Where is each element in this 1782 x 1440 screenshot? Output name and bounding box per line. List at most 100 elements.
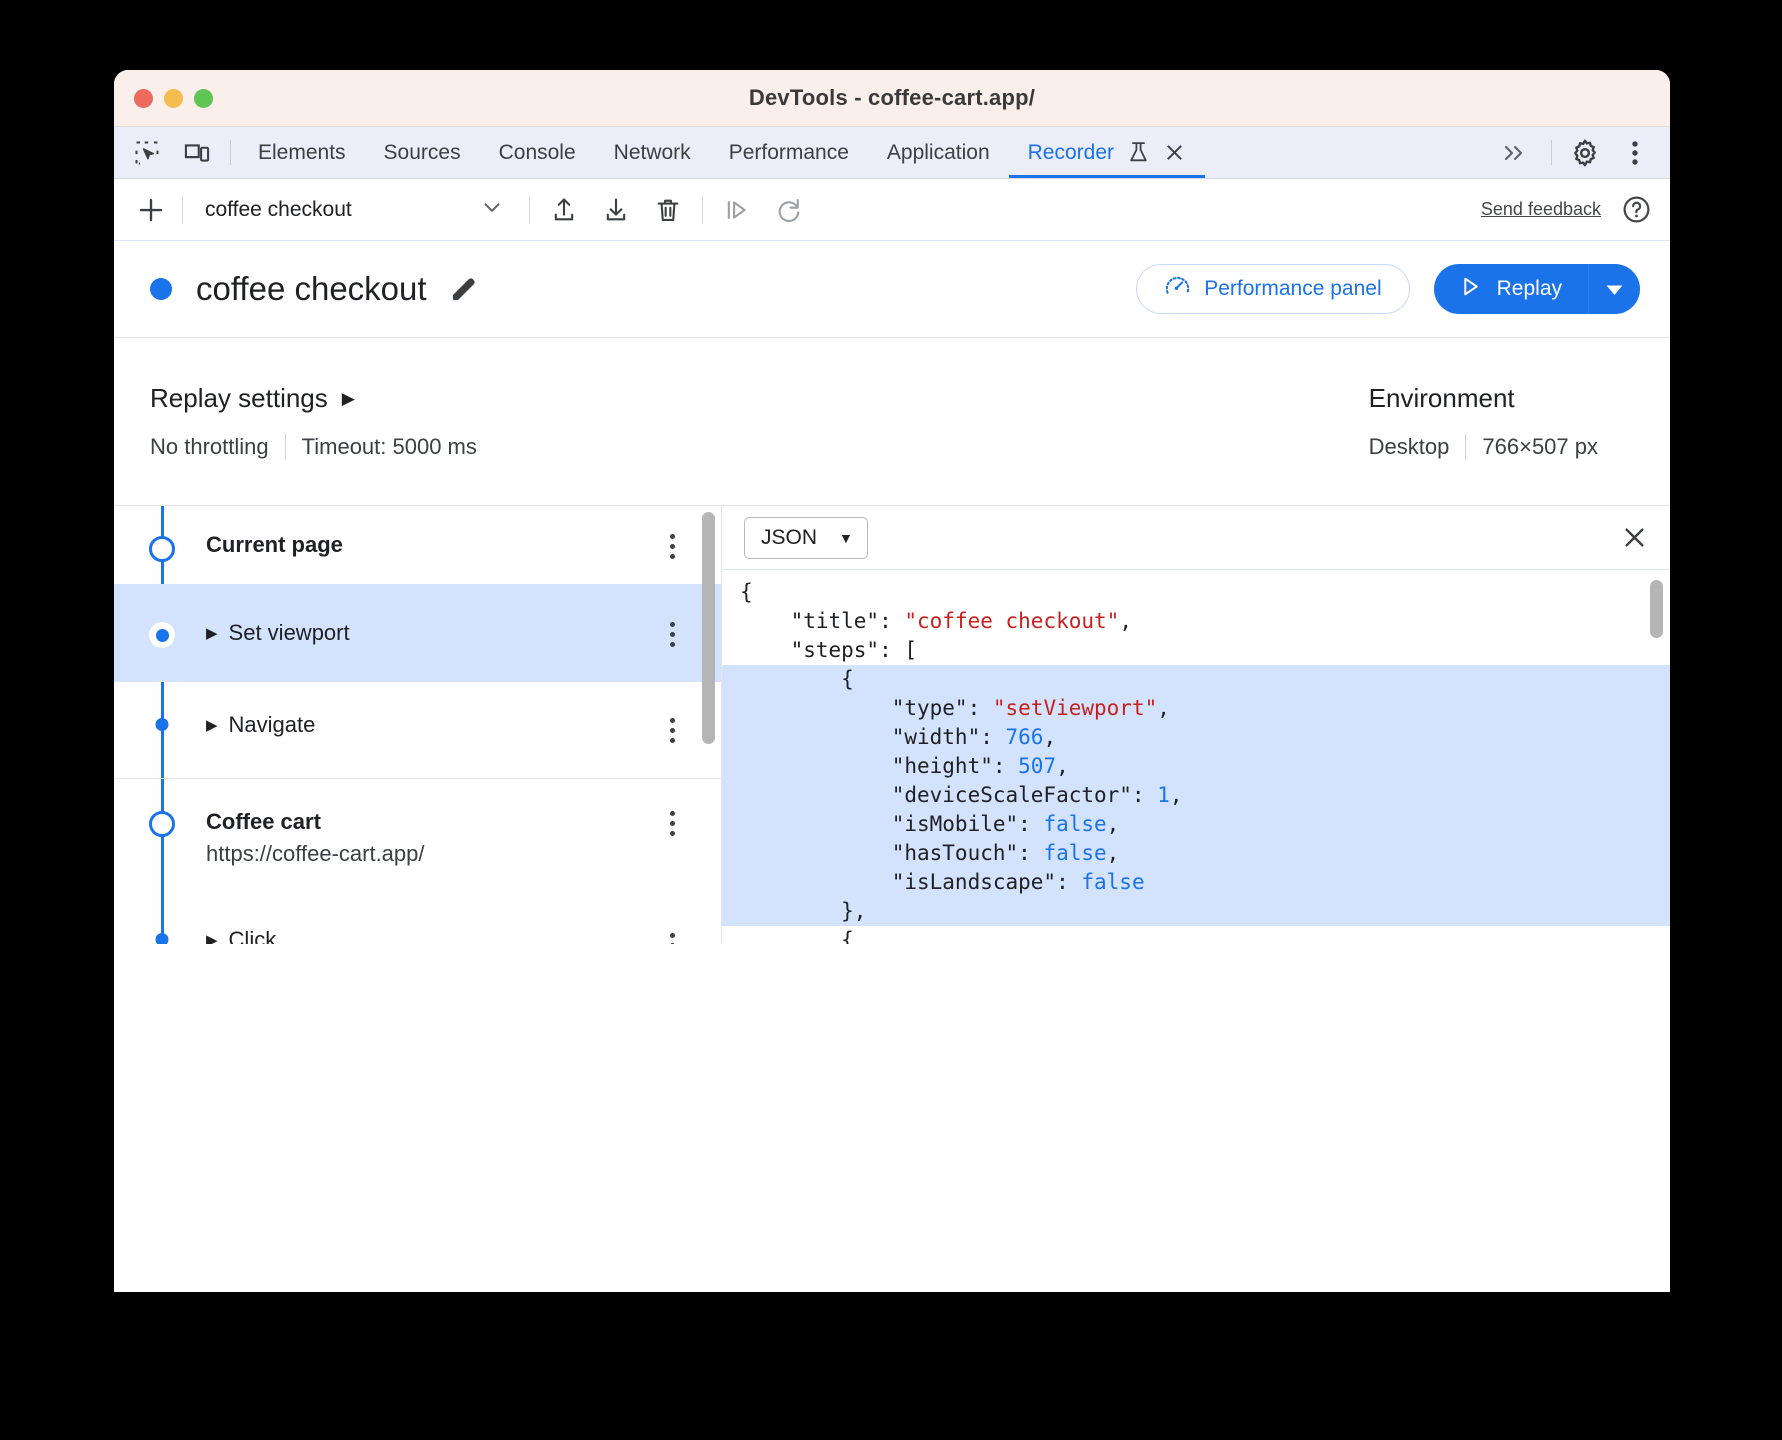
send-feedback-link[interactable]: Send feedback [1481, 199, 1601, 220]
step-marker-hollow [149, 811, 175, 837]
step-body: ▶ Set viewport [206, 620, 721, 646]
tab-application[interactable]: Application [868, 127, 1009, 178]
step-menu-icon[interactable] [670, 718, 675, 743]
header-actions: Performance panel Replay [1136, 264, 1640, 314]
tab-sources[interactable]: Sources [365, 127, 480, 178]
main-split: Current page ▶ Set viewport [114, 506, 1670, 944]
more-tabs-icon[interactable] [1485, 127, 1543, 178]
expand-triangle-icon[interactable]: ▶ [206, 716, 218, 734]
page-title: coffee checkout [196, 270, 427, 308]
toolbar-divider [182, 196, 183, 224]
step-set-viewport[interactable]: ▶ Set viewport [114, 584, 721, 682]
delete-recording-button[interactable] [642, 187, 694, 233]
tabbar-right-divider [1551, 140, 1552, 165]
json-panel: JSON ▼ { "title": "coffee checkout", "st… [722, 506, 1670, 944]
performance-gauge-icon [1164, 273, 1191, 306]
step-menu-icon[interactable] [670, 933, 675, 944]
step-menu-icon[interactable] [670, 811, 675, 836]
replay-step-button[interactable] [763, 187, 815, 233]
json-code-area[interactable]: { "title": "coffee checkout", "steps": [… [722, 570, 1670, 944]
json-line: "height": 507, [722, 752, 1670, 781]
json-scrollbar[interactable] [1650, 580, 1663, 934]
step-title: Navigate [229, 712, 316, 738]
viewport-value: 766×507 px [1482, 434, 1598, 460]
settings-gear-icon[interactable] [1560, 127, 1610, 178]
device-toolbar-icon[interactable] [172, 127, 222, 178]
json-scrollbar-thumb[interactable] [1650, 580, 1663, 638]
recording-status-dot [150, 278, 172, 300]
toolbar-right-group: Send feedback [1481, 194, 1670, 225]
performance-panel-button[interactable]: Performance panel [1136, 264, 1409, 314]
step-over-button[interactable] [711, 187, 763, 233]
toolbar-divider-2 [529, 196, 530, 224]
replay-settings-label: Replay settings [150, 383, 328, 414]
close-json-panel-icon[interactable] [1621, 524, 1648, 551]
steps-scrollbar-thumb[interactable] [702, 512, 715, 744]
create-recording-button[interactable] [128, 187, 174, 233]
environment-label: Environment [1369, 383, 1598, 414]
step-menu-icon[interactable] [670, 622, 675, 647]
step-navigate[interactable]: ▶ Navigate [114, 682, 721, 778]
step-title: Current page [206, 532, 721, 558]
devtools-window: DevTools - coffee-cart.app/ Elements [114, 70, 1670, 1292]
json-line: "isMobile": false, [722, 810, 1670, 839]
step-body: ▶ Navigate [206, 712, 721, 738]
replay-settings-column: Replay settings ▶ No throttling Timeout:… [150, 338, 477, 505]
expand-triangle-icon[interactable]: ▶ [206, 624, 218, 642]
inspect-element-icon[interactable] [122, 127, 172, 178]
tab-label: Elements [258, 141, 346, 165]
replay-button[interactable]: Replay [1434, 264, 1588, 314]
json-line: "deviceScaleFactor": 1, [722, 781, 1670, 810]
step-body: Coffee cart https://coffee-cart.app/ [206, 809, 721, 867]
expand-triangle-icon[interactable]: ▶ [206, 931, 218, 944]
window-titlebar: DevTools - coffee-cart.app/ [114, 70, 1670, 127]
tab-console[interactable]: Console [480, 127, 595, 178]
performance-panel-label: Performance panel [1204, 277, 1381, 301]
step-current-page[interactable]: Current page [114, 506, 721, 584]
more-options-icon[interactable] [1610, 127, 1660, 178]
replay-settings-values: No throttling Timeout: 5000 ms [150, 434, 477, 460]
json-line: "hasTouch": false, [722, 839, 1670, 868]
json-line: }, [722, 897, 1670, 926]
experiment-flask-icon [1126, 140, 1151, 165]
window-title: DevTools - coffee-cart.app/ [114, 85, 1670, 111]
value-divider [1465, 434, 1466, 460]
value-divider [285, 434, 286, 460]
tab-recorder[interactable]: Recorder [1009, 127, 1205, 178]
json-line: "title": "coffee checkout", [722, 607, 1670, 636]
json-panel-header: JSON ▼ [722, 506, 1670, 570]
tab-elements[interactable]: Elements [239, 127, 365, 178]
format-select[interactable]: JSON ▼ [744, 517, 868, 559]
format-select-value: JSON [761, 526, 817, 550]
replay-options-caret-icon[interactable] [1588, 264, 1640, 314]
json-code: { "title": "coffee checkout", "steps": [… [722, 578, 1670, 944]
throttling-value: No throttling [150, 434, 269, 460]
step-click[interactable]: ▶ Click Element "Espresso" [114, 903, 721, 944]
environment-column: Environment Desktop 766×507 px [1369, 338, 1634, 505]
json-line: "type": "setViewport", [722, 694, 1670, 723]
tab-label: Performance [729, 141, 849, 165]
help-icon[interactable] [1621, 194, 1652, 225]
recording-header: coffee checkout Performance panel [114, 241, 1670, 338]
settings-row: Replay settings ▶ No throttling Timeout:… [114, 338, 1670, 506]
chevron-down-icon [479, 194, 505, 225]
edit-pencil-icon[interactable] [449, 274, 479, 304]
import-recording-button[interactable] [538, 187, 590, 233]
tab-performance[interactable]: Performance [710, 127, 868, 178]
steps-scrollbar[interactable] [702, 506, 715, 944]
json-line: "width": 766, [722, 723, 1670, 752]
export-recording-button[interactable] [590, 187, 642, 233]
step-body: ▶ Click Element "Espresso" [206, 927, 721, 944]
step-coffee-cart[interactable]: Coffee cart https://coffee-cart.app/ [114, 778, 721, 903]
replay-settings-toggle[interactable]: Replay settings ▶ [150, 383, 477, 414]
close-recorder-tab-icon[interactable] [1163, 141, 1186, 164]
tab-network[interactable]: Network [595, 127, 710, 178]
step-title-row: ▶ Set viewport [206, 620, 721, 646]
tab-label: Console [499, 141, 576, 165]
step-menu-icon[interactable] [670, 534, 675, 559]
step-marker-dot [156, 933, 169, 944]
chevron-down-icon: ▼ [839, 530, 853, 546]
tab-label: Sources [384, 141, 461, 165]
tabbar-divider [230, 140, 231, 165]
recording-selector[interactable]: coffee checkout [191, 194, 521, 225]
